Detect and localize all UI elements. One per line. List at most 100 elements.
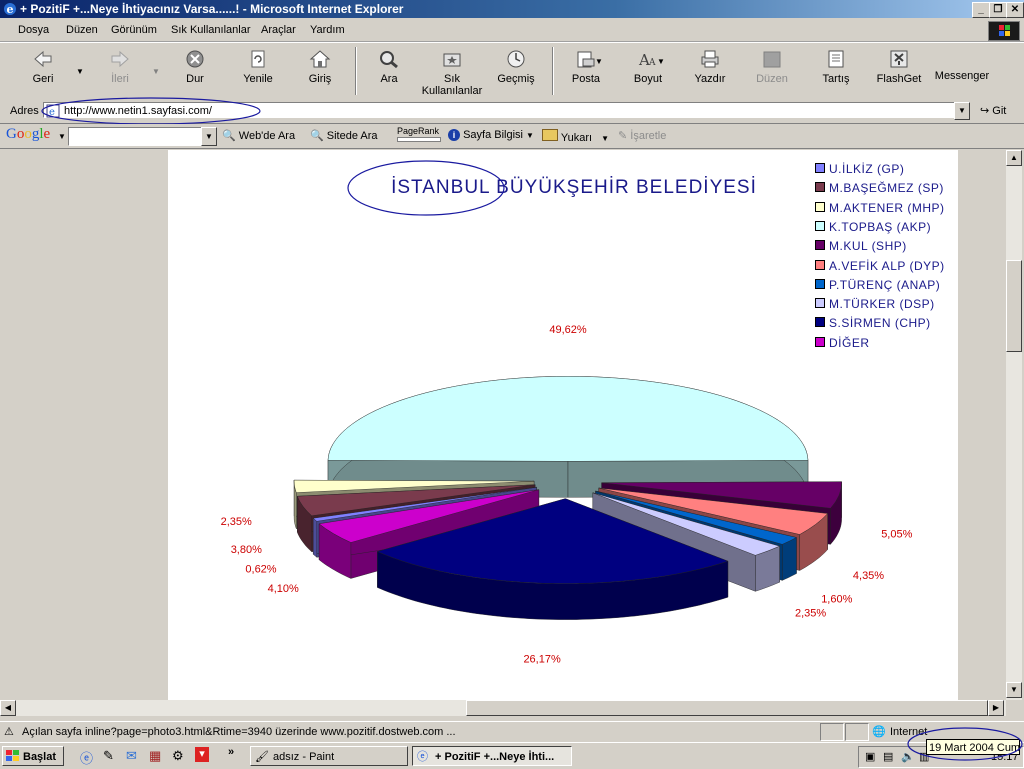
up-button[interactable]: Yukarı ▼ — [542, 129, 609, 144]
mail-button[interactable]: Posta — [566, 49, 606, 85]
quicklaunch-editor-icon[interactable]: ✎ — [103, 748, 114, 764]
scroll-up-button[interactable]: ▲ — [1006, 150, 1022, 166]
up-folder-icon — [542, 129, 558, 141]
scrollbar-corner — [1006, 700, 1024, 716]
size-dropdown-icon[interactable]: ▼ — [657, 57, 665, 66]
back-dropdown-icon[interactable]: ▼ — [76, 67, 84, 76]
flashget-button[interactable]: FlashGet — [874, 49, 924, 85]
close-button[interactable]: ✕ — [1006, 2, 1024, 18]
menu-tools[interactable]: Araçlar — [261, 24, 296, 36]
discuss-label: Tartış — [822, 73, 850, 85]
toolbar-separator — [355, 47, 357, 95]
mail-dropdown-icon[interactable]: ▼ — [595, 57, 603, 66]
pagerank-label: PageRank — [397, 126, 440, 136]
legend-item: M.TÜRKER (DSP) — [815, 297, 935, 311]
status-text: Açılan sayfa inline?page=photo3.html&Rti… — [22, 726, 456, 738]
home-button[interactable]: Giriş — [302, 49, 338, 85]
favorites-label-line1: Sık — [444, 73, 460, 85]
printer-icon — [701, 50, 719, 68]
discuss-button[interactable]: Tartış — [818, 49, 854, 85]
quicklaunch-app-icon[interactable]: ▾ — [195, 747, 209, 762]
legend-item: DİĞER — [815, 336, 870, 350]
horizontal-scrollbar[interactable]: ◀ ▶ — [0, 700, 1006, 716]
quicklaunch-settings-icon[interactable]: ⚙ — [172, 748, 184, 764]
google-toolbar: Google ▼ ▼ 🔍 Web'de Ara 🔍 Sitede Ara Pag… — [0, 124, 1024, 149]
chart-title: İSTANBUL BÜYÜKŞEHİR BELEDİYESİ — [391, 177, 757, 198]
web-search-button[interactable]: 🔍 Web'de Ara — [222, 129, 295, 142]
pie-data-label: 0,62% — [245, 563, 276, 575]
site-search-button[interactable]: 🔍 Sitede Ara — [310, 129, 378, 142]
search-label: Ara — [380, 73, 398, 85]
quicklaunch-messenger-icon[interactable]: ✉ — [126, 748, 137, 764]
quicklaunch-more-icon[interactable]: » — [228, 746, 234, 758]
quicklaunch-media-icon[interactable]: ▦ — [149, 748, 161, 764]
page-info-dropdown-icon: ▼ — [526, 131, 534, 140]
back-button[interactable]: Geri — [26, 49, 60, 85]
pie-data-label: 49,62% — [549, 324, 587, 336]
legend-item: M.BAŞEĞMEZ (SP) — [815, 181, 944, 195]
google-logo[interactable]: Google — [6, 126, 50, 143]
address-dropdown-button[interactable]: ▼ — [954, 102, 970, 120]
menu-help[interactable]: Yardım — [310, 24, 345, 36]
quicklaunch-ie-icon[interactable]: ⓔ — [80, 748, 93, 767]
window-title: + PozitiF +...Neye İhtiyacınız Varsa....… — [20, 2, 404, 16]
forward-arrow-icon — [111, 50, 129, 68]
pie-slice-side — [782, 537, 797, 581]
restore-button[interactable]: ❐ — [989, 2, 1007, 18]
vertical-scrollbar[interactable]: ▲ ▼ — [1006, 150, 1022, 700]
task-paint[interactable]: 🖌 adsız - Paint — [250, 746, 408, 766]
search-button[interactable]: Ara — [374, 49, 404, 85]
scroll-left-button[interactable]: ◀ — [0, 700, 16, 716]
google-search-dropdown[interactable]: ▼ — [201, 127, 217, 146]
status-panel — [820, 723, 844, 741]
vertical-scroll-thumb[interactable] — [1006, 260, 1022, 352]
pagerank-indicator[interactable]: PageRank — [397, 126, 441, 142]
minimize-button[interactable]: _ — [972, 2, 990, 18]
menu-file[interactable]: Dosya — [18, 24, 49, 36]
refresh-button[interactable]: Yenile — [238, 49, 278, 85]
legend-item: A.VEFİK ALP (DYP) — [815, 259, 945, 273]
address-annotation-ellipse — [41, 97, 261, 125]
status-bar: ⚠ Açılan sayfa inline?page=photo3.html&R… — [0, 721, 1024, 742]
menu-edit[interactable]: Düzen — [66, 24, 98, 36]
legend-swatch — [815, 278, 825, 289]
scroll-right-button[interactable]: ▶ — [988, 700, 1004, 716]
favorites-button[interactable]: Sık Kullanılanlar — [420, 49, 484, 97]
legend-swatch — [815, 259, 825, 270]
horizontal-scroll-thumb[interactable] — [466, 700, 988, 716]
tray-icon-2[interactable]: ▤ — [883, 750, 893, 763]
go-button[interactable]: ↪ Git — [980, 104, 1006, 117]
start-button[interactable]: Başlat — [2, 746, 64, 766]
legend-label: M.KUL (SHP) — [829, 239, 907, 254]
highlighter-icon: ✎ — [618, 130, 628, 142]
windows-logo-icon — [988, 21, 1020, 41]
windows-flag-icon — [6, 750, 19, 761]
task-browser[interactable]: ⓔ + PozitiF +...Neye İhti... — [412, 746, 572, 766]
search-icon — [380, 51, 398, 69]
page-info-button[interactable]: i Sayfa Bilgisi ▼ — [448, 129, 534, 141]
messenger-button[interactable]: Messenger — [932, 70, 992, 82]
legend-label: M.BAŞEĞMEZ (SP) — [829, 181, 944, 196]
forward-dropdown-icon[interactable]: ▼ — [152, 67, 160, 76]
menu-view[interactable]: Görünüm — [111, 24, 157, 36]
svg-text:e: e — [7, 3, 14, 16]
warning-icon: ⚠ — [4, 726, 14, 738]
title-bar[interactable]: e + PozitiF +...Neye İhtiyacınız Varsa..… — [0, 0, 1024, 18]
size-button[interactable]: AA Boyut — [630, 49, 666, 85]
back-arrow-icon — [34, 50, 52, 68]
menu-favorites[interactable]: Sık Kullanılanlar — [171, 24, 251, 36]
google-logo-dropdown-icon[interactable]: ▼ — [58, 132, 66, 141]
web-search-icon: 🔍 — [222, 130, 236, 142]
pagerank-bar — [397, 137, 441, 142]
print-button[interactable]: Yazdır — [692, 49, 728, 85]
tray-icon-1[interactable]: ▣ — [865, 750, 875, 763]
size-label: Boyut — [633, 73, 663, 85]
legend-swatch — [815, 336, 825, 347]
edit-button[interactable]: Düzen — [754, 49, 790, 85]
forward-button[interactable]: İleri — [100, 49, 140, 85]
scroll-down-button[interactable]: ▼ — [1006, 682, 1022, 698]
stop-button[interactable]: Dur — [178, 49, 212, 85]
google-search-input[interactable] — [68, 127, 204, 146]
highlight-button[interactable]: ✎ İşaretle — [618, 129, 666, 142]
history-button[interactable]: Geçmiş — [494, 49, 538, 85]
